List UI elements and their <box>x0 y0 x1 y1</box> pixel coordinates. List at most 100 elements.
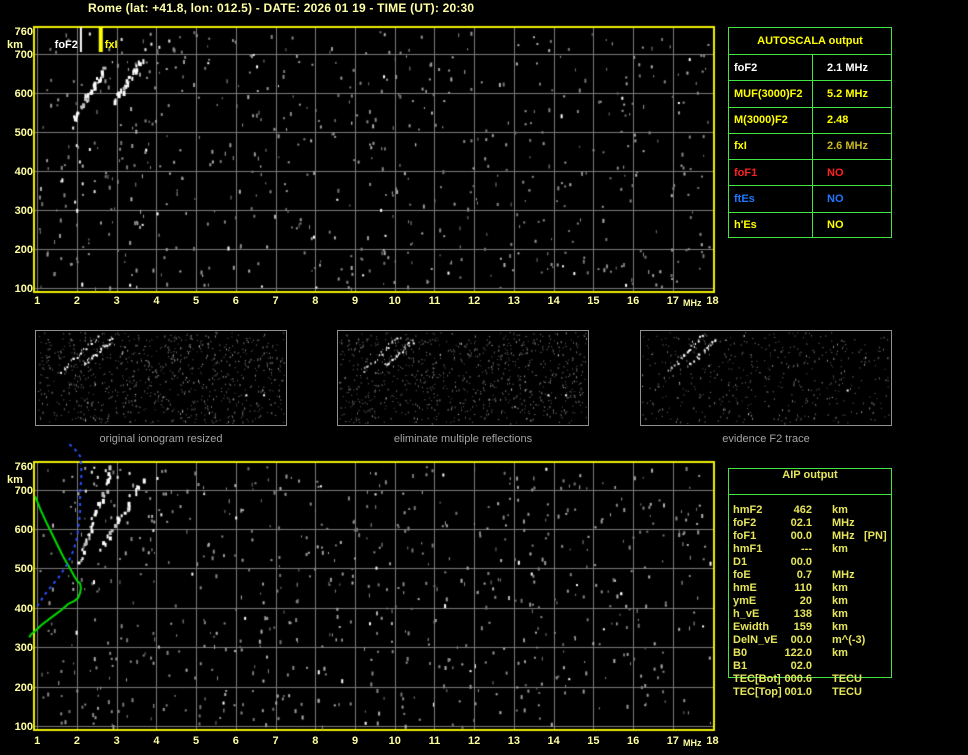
x-tick-label: 1 <box>34 735 41 747</box>
autoscala-row-label: h'Es <box>729 212 813 238</box>
x-tick-label: 9 <box>351 735 359 747</box>
autoscala-table-row: foF1 NO <box>729 160 891 187</box>
autoscala-output-table: AUTOSCALA output foF2 2.1 MHz MUF(3000)F2 5… <box>728 27 892 238</box>
autoscala-table-rows: foF2 2.1 MHz MUF(3000)F2 5.2 MHz M(3000)F2 2.… <box>729 55 891 238</box>
aip-row-label: h_vE <box>733 608 760 620</box>
thumbnail-caption-reflections: eliminate multiple reflections <box>393 433 533 445</box>
page-title: Rome (lat: +41.8, lon: 012.5) - DATE: 20… <box>88 1 475 15</box>
aip-row-unit: TECU <box>832 673 862 685</box>
x-tick-label: 6 <box>232 295 239 307</box>
x-tick-label: 8 <box>312 295 319 307</box>
autoscala-row-value: 2.6 MHz <box>827 140 868 153</box>
aip-row-label: B1 <box>733 660 748 672</box>
x-tick-label: 14 <box>547 295 560 307</box>
aip-row-label: B0 <box>733 647 748 659</box>
x-tick-label: 10 <box>388 295 401 307</box>
x-tick-label: 6 <box>232 735 239 747</box>
aip-table-row: 110 hmE km <box>728 582 898 595</box>
y-axis-unit-label: km <box>7 39 23 51</box>
autoscala-row-value: NO <box>827 219 844 232</box>
aip-row-label: hmF2 <box>733 504 763 516</box>
aip-table-row: 159 Ewidth km <box>728 621 898 634</box>
aip-row-label: foF2 <box>733 517 757 529</box>
aip-table-row: 122.0 B0 km <box>728 647 898 660</box>
x-tick-label: 17 <box>666 295 679 307</box>
thumbnail-evidence-f2-trace <box>640 330 892 426</box>
x-axis-unit-label: MHz <box>683 738 702 748</box>
thumbnail-caption-f2trace: evidence F2 trace <box>722 433 810 445</box>
aip-row-label: hmE <box>733 582 757 594</box>
aip-table-row: 462 hmF2 km <box>728 504 898 517</box>
x-tick-label: 5 <box>193 735 200 747</box>
aip-row-flag: [PN] <box>864 530 887 542</box>
aip-row-unit: TECU <box>832 686 862 698</box>
autoscala-row-value: NO <box>827 166 844 179</box>
aip-row-unit: MHz <box>832 530 855 542</box>
x-tick-label: 2 <box>73 735 80 747</box>
y-tick-label: 760 <box>14 26 33 38</box>
autoscala-table-row: M(3000)F2 2.48 <box>729 107 891 134</box>
y-tick-label: 400 <box>14 166 33 179</box>
aip-row-unit: MHz <box>832 569 855 581</box>
aip-table-row: --- hmF1 km <box>728 543 898 556</box>
autoscala-table-header: AUTOSCALA output <box>729 28 891 55</box>
x-tick-label: 12 <box>468 295 481 307</box>
y-axis-unit-label: km <box>7 474 23 486</box>
autoscala-table-row: fxI 2.6 MHz <box>729 133 891 161</box>
y-tick-label: 200 <box>14 244 33 257</box>
x-tick-label: 3 <box>113 735 120 747</box>
x-tick-label: 12 <box>468 735 481 747</box>
aip-row-label: foE <box>733 569 751 581</box>
autoscala-row-label: foF2 <box>729 55 813 81</box>
autoscala-window: Rome (lat: +41.8, lon: 012.5) - DATE: 20… <box>0 0 968 755</box>
aip-row-unit: km <box>832 543 848 555</box>
x-tick-label: 4 <box>153 295 160 307</box>
x-tick-label: 1 <box>34 295 41 307</box>
autoscala-table-row: foF2 2.1 MHz <box>729 55 891 82</box>
aip-row-label: DelN_vE <box>733 634 778 646</box>
autoscala-row-value: NO <box>827 193 844 206</box>
aip-output-rows: 462 hmF2 km 02.1 foF2 MHz 00.0 foF1 MHz [PN] --- hm… <box>728 504 898 699</box>
aip-row-unit: km <box>832 621 848 633</box>
autoscala-row-value: 5.2 MHz <box>827 87 868 100</box>
x-tick-label: 10 <box>388 735 401 747</box>
autoscala-table-row: h'Es NO <box>729 212 891 238</box>
aip-row-unit: km <box>832 595 848 607</box>
aip-table-row: 00.0 D1 <box>728 556 898 569</box>
aip-row-label: D1 <box>733 556 748 568</box>
y-tick-label: 600 <box>14 88 33 101</box>
autoscala-table-row: ftEs NO <box>729 186 891 213</box>
y-tick-label: 200 <box>14 681 33 694</box>
x-tick-label: 16 <box>626 295 640 307</box>
x-tick-label: 7 <box>272 735 279 747</box>
y-tick-label: 500 <box>14 127 33 140</box>
y-tick-label: 600 <box>14 524 33 537</box>
x-tick-label: 7 <box>272 295 279 307</box>
x-tick-label: 16 <box>626 735 640 747</box>
autoscala-row-value: 2.1 MHz <box>827 61 868 74</box>
y-tick-label: 700 <box>14 49 33 62</box>
autoscala-row-value: 2.48 <box>827 114 849 127</box>
aip-row-label: hmF1 <box>733 543 763 555</box>
x-tick-label: 17 <box>666 735 679 747</box>
x-tick-label: 2 <box>73 295 80 307</box>
thumbnail-caption-original: original ionogram resized <box>99 433 223 445</box>
y-tick-label: 100 <box>14 283 33 296</box>
x-tick-label: 13 <box>507 735 521 747</box>
aip-row-unit: km <box>832 504 848 516</box>
x-axis-unit-label: MHz <box>683 298 702 308</box>
aip-row-label: foF1 <box>733 530 757 542</box>
aip-row-unit: km <box>832 608 848 620</box>
aip-row-label: ymE <box>733 595 757 607</box>
aip-table-row: 02.1 foF2 MHz <box>728 517 898 530</box>
autoscala-table-row: MUF(3000)F2 5.2 MHz <box>729 81 891 108</box>
autoscala-row-label: ftEs <box>729 186 813 212</box>
x-tick-label: 5 <box>193 295 200 307</box>
aip-table-row: 00.0 foF1 MHz [PN] <box>728 530 898 543</box>
aip-table-row: 00.0 DelN_vE m^(-3) <box>728 634 898 647</box>
x-tick-label: 4 <box>153 735 160 747</box>
aip-table-header: AIP output <box>729 469 891 495</box>
x-tick-label: 9 <box>351 295 359 307</box>
y-tick-label: 300 <box>14 205 33 218</box>
x-tick-label: 18 <box>706 295 719 307</box>
